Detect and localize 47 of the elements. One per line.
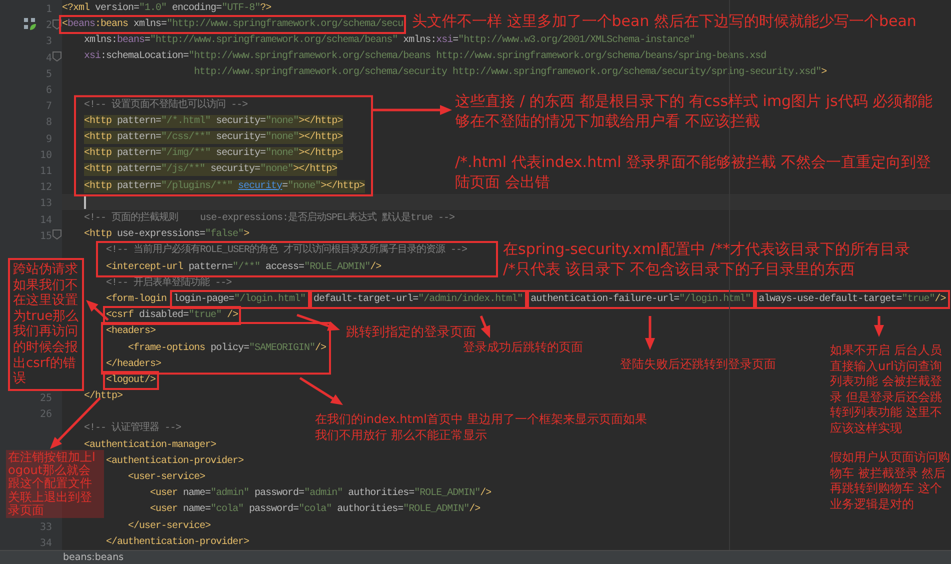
arrow	[296, 314, 340, 331]
annotation-note: 跨站伪请求如果我们不在这里设置为true那么我们再访问的时候会报出csrf的错误	[8, 258, 84, 391]
annotation-note: 在注销按钮加上logout那么就会跟这个配置文件关联上退出到登录页面	[6, 450, 104, 518]
breadcrumb[interactable]: beans:beans	[63, 552, 124, 563]
code-line: xmlns:beans="http://www.springframework.org/schema/beans" xmlns:xsi="http://www.w3.org/2001/XMLSchema-instance"	[84, 34, 695, 47]
code-line: xsi:schemaLocation="http://www.springframework.org/schema/beans http://www.springframework.org/schema/beans/spring-beans.xsd	[84, 50, 766, 64]
code-line: <user-service>	[128, 471, 206, 484]
code-line: <authentication-manager>	[84, 438, 216, 451]
arrow	[874, 316, 884, 337]
annotation-note: 如果不开启 后台人员直接输入url访问查询列表功能 会被拦截登录 但是登录后还会跳转到列表功能 这里不应该这样实现	[830, 343, 943, 437]
annotation-note: 跳转到指定的登录页面	[346, 325, 476, 341]
annotation-note: 登录成功后跳转的页面	[463, 340, 583, 356]
code-line: <frame-options policy="SAMEORIGIN"/>	[128, 342, 326, 355]
annotation-note: 这些直接 / 的东西 都是根目录下的 有css样式 img图片 js代码 必须都能够在不登陆的情况下加载给用户看 不应该拦截	[455, 92, 934, 131]
code-line: </authentication-provider>	[106, 536, 250, 549]
code-line: http://www.springframework.org/schema/security http://www.springframework.org/schema/security/spring-security.xsd">	[193, 66, 827, 80]
code-line: <!-- 设置页面不登陆也可以访问 -->	[84, 98, 248, 112]
code-line: <http use-expressions="false">	[84, 228, 250, 242]
code-line: <logout/>	[106, 374, 156, 387]
code-line: </http>	[84, 390, 123, 404]
annotation-note: 头文件不一样 这里多加了一个bean 然后在下边写的时候就能少写一个bean	[412, 12, 918, 32]
code-line: <user name="admin" password="admin" authorities="ROLE_ADMIN"/>	[150, 487, 492, 500]
arrow	[299, 376, 343, 405]
fold-icon[interactable]	[52, 51, 62, 62]
annotation-note: /*.html 代表index.html 登录界面不能够被拦截 不然会一直重定向到登陆页面 会出错	[455, 153, 932, 192]
fold-icon[interactable]	[52, 229, 62, 240]
code-line: <user name="cola" password="cola" authorities="ROLE_ADMIN"/>	[150, 503, 480, 516]
annotation-note: 假如用户从页面访问购物车 被拦截登录 然后再跳转到购物车 这个业务逻辑是对的	[830, 450, 950, 512]
arrow	[480, 316, 490, 338]
annotation-note: 在spring-security.xml配置中 /**才代表该目录下的所有目录 /*只代表 该目录下 不包含该目录下的子目录里的东西	[503, 240, 912, 279]
code-line: <form-login login-page="/login.html" default-target-url="/admin/index.html" authentication-failure-url="/login.html" always-use-default-target="true"/>	[106, 292, 947, 306]
arrow	[645, 316, 655, 350]
code-line: <csrf disabled="true" />	[106, 309, 238, 322]
code-line: <authentication-provider>	[106, 454, 244, 468]
code-line: <!-- 页面的拦截规则 use-expressions:是否启动SPEL表达式 默认是true -->	[84, 212, 455, 226]
code-line: <beans:beans xmlns="http://www.springframework.org/schema/secu	[62, 18, 404, 31]
annotation-note: 在我们的index.html首页中 里边用了一个框架来显示页面如果我们不用放行 那么不能正常显示	[315, 412, 648, 444]
annotation-note: 登陆失败后还跳转到登录页面	[620, 357, 776, 373]
code-line: <!-- 认证管理器 -->	[84, 422, 182, 436]
code-line: <intercept-url pattern="/**" access="ROLE_ADMIN"/>	[106, 260, 382, 274]
fold-icon[interactable]	[52, 18, 62, 30]
code-line: <!-- 当前用户必须有ROLE_USER的角色 才可以访问根目录及所属子目录的资源 -->	[106, 244, 468, 258]
code-line: </headers>	[106, 358, 162, 371]
code-line: <headers>	[106, 325, 156, 338]
code-line: <!-- 开启表单登陆功能 -->	[106, 276, 232, 290]
code-line: </user-service>	[128, 520, 211, 533]
code-line: <?xml version="1.0" encoding="UTF-8"?>	[62, 2, 272, 15]
